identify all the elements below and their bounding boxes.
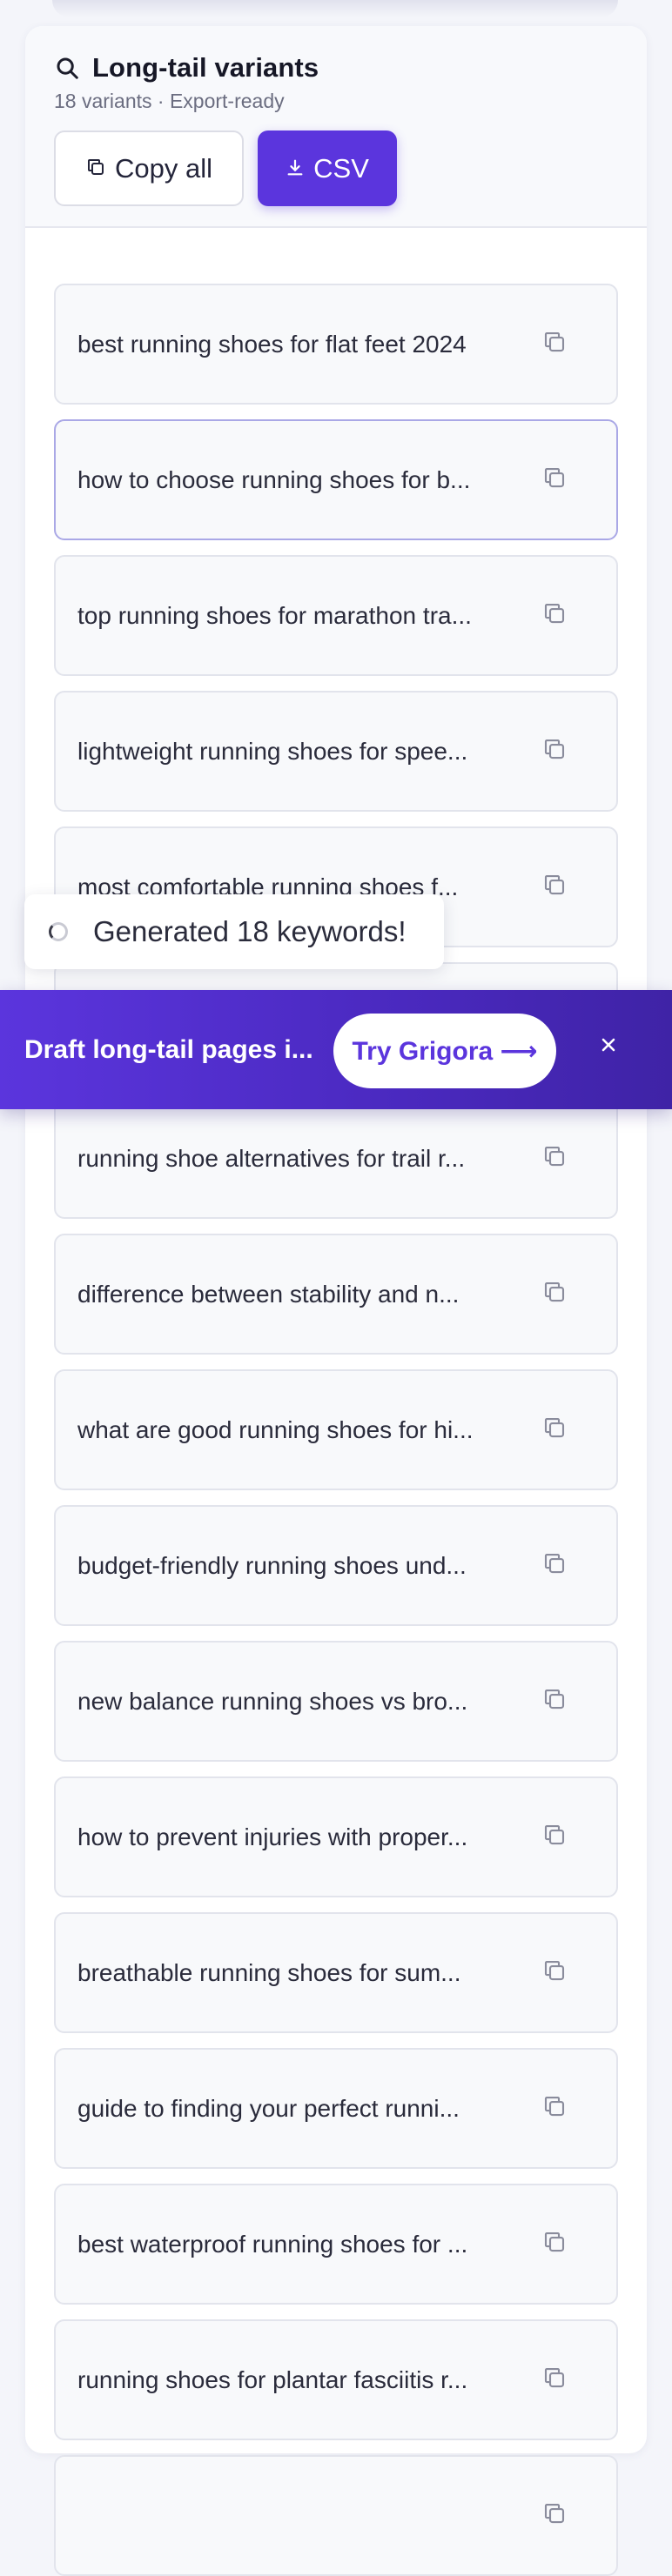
copy-keyword-button[interactable] [539,2365,570,2396]
copy-icon [541,2500,568,2531]
close-icon [600,1036,617,1058]
keyword-text: running shoes for plantar fasciitis r... [77,2365,468,2393]
copy-all-button[interactable]: Copy all [54,130,244,206]
copy-icon [541,465,568,495]
download-icon [286,153,305,184]
keyword-item[interactable]: guide to finding your perfect runni... [54,2048,618,2169]
copy-icon [541,329,568,359]
copy-keyword-button[interactable] [539,872,570,903]
keyword-item[interactable]: difference between stability and n... [54,1234,618,1355]
keyword-item[interactable]: best waterproof running shoes for ... [54,2184,618,2305]
copy-keyword-button[interactable] [539,329,570,360]
keyword-text: lightweight running shoes for spee... [77,737,468,765]
keyword-text: what are good running shoes for hi... [77,1415,474,1443]
copy-keyword-button[interactable] [539,1279,570,1310]
copy-icon [541,2365,568,2395]
keyword-text: budget-friendly running shoes und... [77,1551,467,1579]
keyword-text: best running shoes for flat feet 2024 [77,330,467,358]
keyword-item[interactable]: how to prevent injuries with proper... [54,1776,618,1897]
keyword-item[interactable]: how to choose running shoes for b... [54,419,618,540]
copy-icon [541,1822,568,1852]
copy-icon [541,736,568,766]
keyword-item[interactable]: breathable running shoes for sum... [54,1912,618,2033]
copy-all-label: Copy all [115,152,212,184]
panel-subtitle: 18 variants · Export-ready [54,90,285,112]
keyword-text: breathable running shoes for sum... [77,1958,461,1986]
toast-notification: Generated 18 keywords! [24,894,444,969]
keyword-item[interactable]: new balance running shoes vs bro... [54,1641,618,1762]
promo-banner-text: Draft long-tail pages i... [24,1034,313,1064]
copy-icon [541,1550,568,1581]
csv-label: CSV [313,152,369,184]
keyword-item[interactable]: what are good running shoes for hi... [54,1369,618,1490]
keyword-item[interactable]: running shoe alternatives for trail r... [54,1098,618,1219]
keyword-item[interactable]: budget-friendly running shoes und... [54,1505,618,1626]
copy-keyword-button[interactable] [539,736,570,767]
copy-icon [541,600,568,631]
top-shadow [52,0,618,17]
csv-export-button[interactable]: CSV [258,130,397,206]
copy-icon [85,153,106,184]
toast-message: Generated 18 keywords! [93,915,407,947]
panel-header: Long-tail variants 18 variants · Export-… [25,26,647,228]
keyword-item[interactable]: best running shoes for flat feet 2024 [54,284,618,405]
copy-icon [541,872,568,902]
copy-keyword-button[interactable] [539,1415,570,1446]
copy-keyword-button[interactable] [539,2093,570,2124]
keyword-text: top running shoes for marathon tra... [77,601,472,629]
copy-icon [541,1143,568,1174]
promo-banner: Draft long-tail pages i... Try Grigora ⟶ [0,990,672,1109]
copy-icon [541,1957,568,1988]
copy-keyword-button[interactable] [539,1143,570,1174]
panel-title: Long-tail variants [92,52,319,83]
keyword-text: guide to finding your perfect runni... [77,2094,460,2122]
title-row: Long-tail variants [54,52,319,84]
close-banner-button[interactable] [593,1031,624,1062]
keyword-text: best waterproof running shoes for ... [77,2230,468,2258]
copy-icon [541,2229,568,2259]
copy-icon [541,1415,568,1445]
copy-keyword-button[interactable] [539,600,570,632]
keyword-text: how to prevent injuries with proper... [77,1823,468,1850]
keyword-text: running shoe alternatives for trail r... [77,1144,466,1172]
copy-keyword-button[interactable] [539,1957,570,1989]
keyword-text: new balance running shoes vs bro... [77,1687,468,1715]
copy-keyword-button[interactable] [539,465,570,496]
try-grigora-button[interactable]: Try Grigora ⟶ [333,1014,556,1088]
keyword-item[interactable] [54,2455,618,2576]
keyword-text: how to choose running shoes for b... [77,465,471,493]
try-grigora-label: Try Grigora ⟶ [352,1036,538,1066]
copy-icon [541,2093,568,2124]
copy-keyword-button[interactable] [539,2500,570,2532]
copy-icon [541,1279,568,1309]
keyword-item[interactable]: top running shoes for marathon tra... [54,555,618,676]
spinner-icon [49,922,68,941]
copy-keyword-button[interactable] [539,1822,570,1853]
copy-icon [541,1686,568,1716]
search-icon [54,55,80,81]
keyword-text: difference between stability and n... [77,1280,460,1308]
keyword-item[interactable]: running shoes for plantar fasciitis r... [54,2319,618,2440]
copy-keyword-button[interactable] [539,1686,570,1717]
keyword-item[interactable]: lightweight running shoes for spee... [54,691,618,812]
copy-keyword-button[interactable] [539,1550,570,1582]
copy-keyword-button[interactable] [539,2229,570,2260]
long-tail-panel: Long-tail variants 18 variants · Export-… [25,26,647,2576]
